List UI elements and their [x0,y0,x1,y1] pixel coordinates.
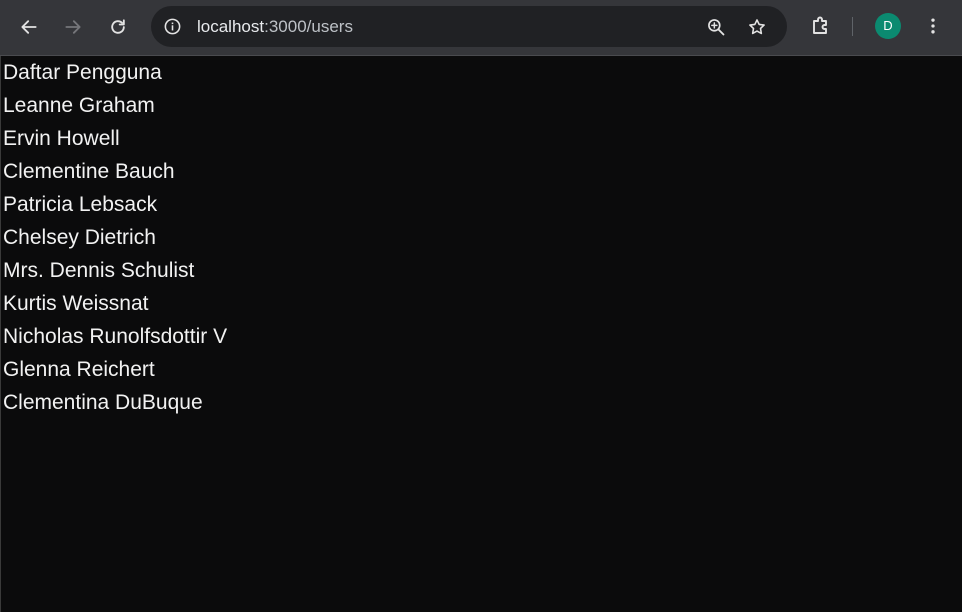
user-list-item: Clementine Bauch [3,160,175,183]
url-text[interactable]: localhost:3000/users [197,17,353,37]
user-list-item: Ervin Howell [3,127,120,150]
reload-icon [111,19,125,34]
profile-avatar[interactable]: D [875,13,901,39]
forward-button[interactable] [56,10,90,44]
kebab-menu-icon [931,18,935,34]
browser-menu-button[interactable] [920,12,946,40]
user-list-item: Glenna Reichert [3,358,155,381]
extensions-button[interactable] [807,12,835,40]
page-title: Daftar Pengguna [3,61,162,84]
zoom-button[interactable] [705,16,727,38]
user-list-item: Kurtis Weissnat [3,292,149,315]
reload-button[interactable] [101,10,135,44]
star-icon [749,19,765,35]
puzzle-icon [813,16,827,34]
site-info-button[interactable] [162,16,183,37]
address-bar[interactable]: localhost:3000/users [151,6,787,47]
zoom-in-icon [708,19,725,36]
user-list-item: Patricia Lebsack [3,193,158,216]
back-button[interactable] [12,10,46,44]
url-host: localhost [197,17,265,36]
user-list-item: Chelsey Dietrich [3,226,156,249]
toolbar-divider [852,17,853,36]
user-list-item: Leanne Graham [3,94,155,117]
user-list-item: Nicholas Runolfsdottir V [3,325,228,348]
forward-arrow-icon [65,20,81,34]
url-path: :3000/users [264,17,353,36]
back-arrow-icon [21,20,37,34]
bookmark-button[interactable] [746,16,768,38]
page-content: Daftar Pengguna Leanne Graham Ervin Howe… [0,56,962,612]
user-list-item: Clementina DuBuque [3,391,203,414]
user-list-item: Mrs. Dennis Schulist [3,259,195,282]
info-icon [164,18,181,35]
browser-toolbar: localhost:3000/users D [0,0,962,56]
